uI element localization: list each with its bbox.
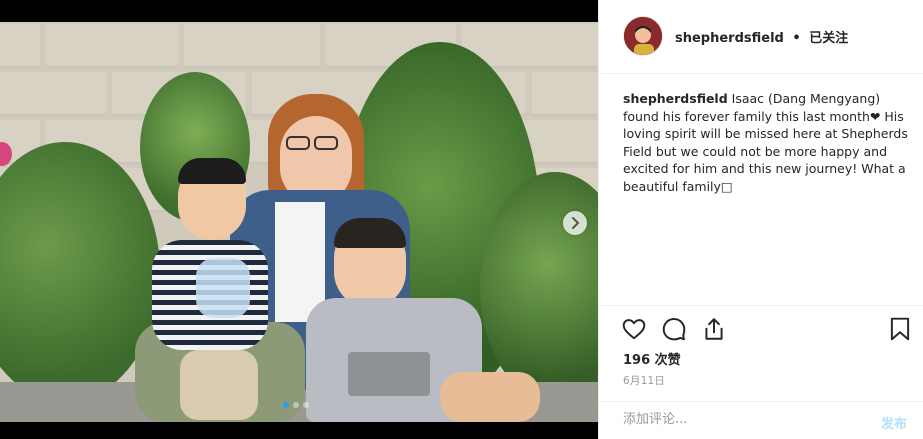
actions-divider bbox=[599, 305, 923, 306]
comment-button[interactable] bbox=[661, 316, 687, 342]
post-date[interactable]: 6月11日 bbox=[623, 373, 665, 388]
next-slide-button[interactable] bbox=[563, 211, 587, 235]
save-button[interactable] bbox=[887, 316, 913, 342]
post-caption: shepherdsfield Isaac (Dang Mengyang) fou… bbox=[623, 90, 913, 195]
bookmark-icon bbox=[890, 317, 910, 341]
carousel-indicator bbox=[283, 402, 309, 408]
post-comment-button[interactable]: 发布 bbox=[881, 413, 907, 432]
caption-text: Isaac (Dang Mengyang) found his forever … bbox=[623, 91, 908, 194]
separator-dot: • bbox=[792, 31, 801, 46]
like-count[interactable]: 196 次赞 bbox=[623, 349, 681, 368]
header-text: shepherdsfield • 已关注 bbox=[675, 27, 848, 46]
comment-bar: 发布 bbox=[599, 401, 923, 439]
carousel-dot-3 bbox=[303, 402, 309, 408]
carousel-dot-1 bbox=[283, 402, 289, 408]
heart-icon bbox=[622, 319, 646, 340]
post-header: shepherdsfield • 已关注 bbox=[599, 0, 923, 74]
comment-input[interactable] bbox=[623, 412, 843, 427]
avatar[interactable] bbox=[623, 16, 663, 56]
media-pane bbox=[0, 0, 598, 439]
post-photo[interactable] bbox=[0, 22, 598, 422]
follow-status-button[interactable]: 已关注 bbox=[809, 31, 848, 46]
post-panel: shepherdsfield • 已关注 shepherdsfield Isaa… bbox=[598, 0, 923, 439]
chevron-right-icon bbox=[572, 217, 579, 229]
caption-username-link[interactable]: shepherdsfield bbox=[623, 91, 728, 106]
comment-icon bbox=[662, 318, 686, 341]
share-button[interactable] bbox=[701, 316, 727, 342]
share-icon bbox=[705, 318, 723, 340]
like-button[interactable] bbox=[621, 316, 647, 342]
carousel-dot-2 bbox=[293, 402, 299, 408]
username-link[interactable]: shepherdsfield bbox=[675, 31, 784, 46]
avatar-image bbox=[624, 17, 662, 55]
